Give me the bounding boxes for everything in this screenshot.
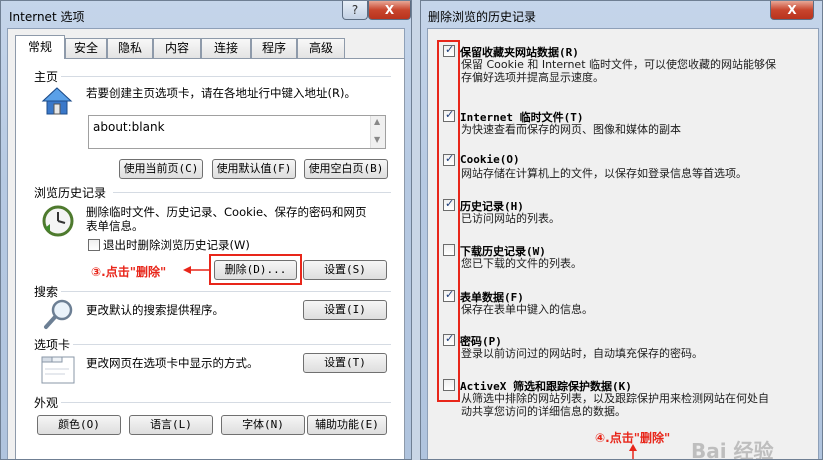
checkmark-icon: ✓ [445, 43, 455, 56]
textarea-scrollbar[interactable]: ▲ ▼ [370, 116, 385, 148]
help-button[interactable]: ? [342, 1, 368, 20]
search-settings-button[interactable]: 设置(I) [303, 300, 387, 320]
home-icon [41, 85, 73, 117]
appearance-section-title: 外观 [34, 396, 59, 410]
search-description: 更改默认的搜索提供程序。 [86, 303, 224, 317]
history-item-description: 存偏好选项并提高显示速度。 [461, 71, 604, 84]
history-settings-button[interactable]: 设置(S) [303, 260, 387, 280]
home-description: 若要创建主页选项卡，请在各地址行中键入地址(R)。 [86, 86, 356, 100]
scroll-down-icon[interactable]: ▼ [374, 135, 380, 144]
delete-history-button[interactable]: 删除(D)... [214, 260, 297, 280]
fonts-button[interactable]: 字体(N) [221, 415, 305, 435]
history-item-checkbox[interactable]: ✓ [443, 332, 455, 346]
colors-button[interactable]: 颜色(O) [37, 415, 121, 435]
home-section-title: 主页 [34, 70, 59, 84]
tab-connections[interactable]: 连接 [201, 38, 251, 58]
annotation-arrow-icon [183, 263, 211, 277]
delete-on-exit-checkbox[interactable] [88, 239, 100, 251]
use-default-button[interactable]: 使用默认值(F) [212, 159, 296, 179]
tabs-settings-button[interactable]: 设置(T) [303, 353, 387, 373]
divider [113, 192, 391, 193]
history-item-description: 保留 Cookie 和 Internet 临时文件，可以使您收藏的网站能够保 [461, 58, 776, 71]
history-clock-icon [41, 204, 75, 238]
use-current-button[interactable]: 使用当前页(C) [119, 159, 203, 179]
history-item-description: 保存在表单中键入的信息。 [461, 303, 593, 316]
history-item-description: 网站存储在计算机上的文件，以保存如登录信息等首选项。 [461, 167, 747, 180]
tabs-section-title: 选项卡 [34, 338, 71, 352]
baidu-watermark: Bai 经验 [691, 439, 774, 460]
checkmark-icon: ✓ [445, 108, 455, 121]
delete-window-title: 删除浏览的历史记录 [428, 10, 537, 24]
home-url-value: about:blank [93, 120, 165, 134]
tab-content[interactable]: 内容 [153, 38, 201, 58]
tabs-description: 更改网页在选项卡中显示的方式。 [86, 356, 259, 370]
history-item-checkbox[interactable]: ✓ [443, 108, 455, 122]
history-description-line2: 表单信息。 [86, 219, 144, 233]
delete-on-exit-label: 退出时删除浏览历史记录(W) [103, 238, 250, 252]
window-title: Internet 选项 [9, 10, 85, 24]
history-description-line1: 删除临时文件、历史记录、Cookie、保存的密码和网页 [86, 205, 367, 219]
history-item-description: 动共享您访问的详细信息的数据。 [461, 405, 626, 418]
close-button[interactable]: X [368, 1, 411, 20]
history-item-checkbox[interactable] [443, 379, 455, 391]
accessibility-button[interactable]: 辅助功能(E) [307, 415, 387, 435]
magnifier-icon [43, 298, 75, 330]
checkbox-column-highlight [437, 40, 460, 402]
languages-button[interactable]: 语言(L) [129, 415, 213, 435]
tabs-window-icon [41, 353, 75, 385]
divider [61, 402, 391, 403]
history-item-checkbox[interactable] [443, 244, 455, 256]
home-url-textarea[interactable]: about:blank ▲ ▼ [88, 115, 386, 149]
history-item-title: Cookie(O) [460, 153, 520, 166]
tab-security[interactable]: 安全 [65, 38, 107, 58]
tab-general[interactable]: 常规 [15, 35, 65, 59]
divider [61, 76, 391, 77]
close-button[interactable]: X [770, 1, 814, 20]
history-item-description: 为快速查看而保存的网页、图像和媒体的副本 [461, 123, 681, 136]
divider [73, 344, 391, 345]
tab-advanced[interactable]: 高级 [297, 38, 345, 58]
checkmark-icon: ✓ [445, 197, 455, 210]
history-item-checkbox[interactable]: ✓ [443, 288, 455, 302]
checkmark-icon: ✓ [445, 152, 455, 165]
history-item-checkbox[interactable]: ✓ [443, 197, 455, 211]
history-section-title: 浏览历史记录 [34, 186, 107, 200]
scroll-up-icon[interactable]: ▲ [374, 117, 380, 126]
checkmark-icon: ✓ [445, 288, 455, 301]
checkmark-icon: ✓ [445, 332, 455, 345]
history-item-checkbox[interactable]: ✓ [443, 152, 455, 166]
divider [61, 291, 391, 292]
tab-privacy[interactable]: 隐私 [107, 38, 153, 58]
history-item-description: 从筛选中排除的网站列表，以及跟踪保护用来检测网站在何处自 [461, 392, 769, 405]
history-item-description: 已访问网站的列表。 [461, 212, 560, 225]
annotation-arrow-icon [626, 444, 640, 459]
history-item-description: 登录以前访问过的网站时，自动填充保存的密码。 [461, 347, 703, 360]
history-item-description: 您已下载的文件的列表。 [461, 257, 582, 270]
use-blank-button[interactable]: 使用空白页(B) [304, 159, 388, 179]
history-item-checkbox[interactable]: ✓ [443, 43, 455, 57]
tab-programs[interactable]: 程序 [251, 38, 297, 58]
delete-history-window: 删除浏览的历史记录 X ✓ 保留收藏夹网站数据(R) 保留 Cookie 和 Int… [420, 0, 823, 460]
step3-annotation: ③.点击"删除" [91, 265, 167, 279]
internet-options-window: Internet 选项 ? X 常规 安全 隐私 内容 连接 程序 高级 主页 … [0, 0, 412, 460]
